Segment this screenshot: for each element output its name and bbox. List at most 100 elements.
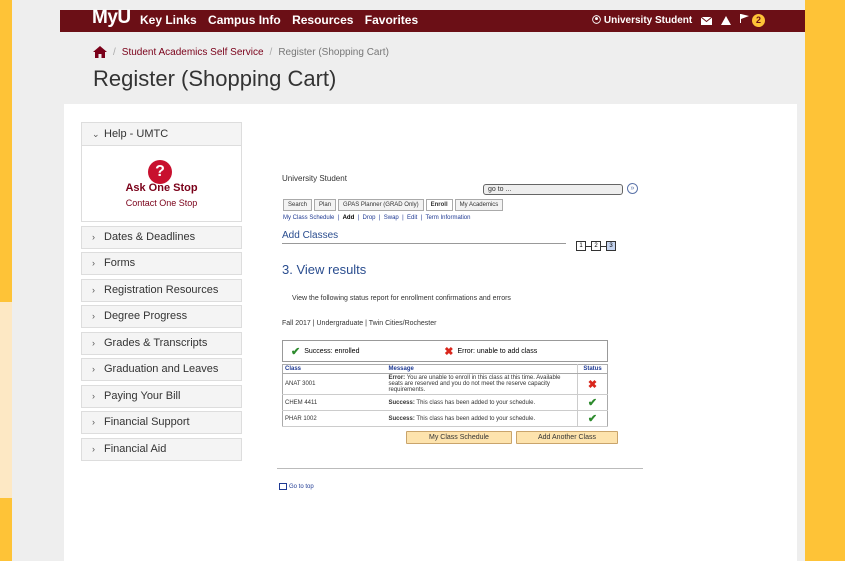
ask-one-stop-label: Ask One Stop	[125, 182, 198, 194]
top-navigation-bar: MyU Key Links Campus Info Resources Favo…	[60, 7, 805, 32]
check-icon: ✔	[291, 345, 301, 358]
section-title: Add Classes	[282, 230, 339, 241]
column-message: Message	[386, 364, 578, 374]
breadcrumb: / Student Academics Self Service / Regis…	[93, 46, 389, 58]
tab-my-academics[interactable]: My Academics	[454, 199, 504, 211]
message-cell: Success: This class has been added to yo…	[386, 410, 578, 427]
legend-error: Error: unable to add class	[457, 347, 538, 355]
results-description: View the following status report for enr…	[292, 295, 511, 302]
enroll-subnav: My Class Schedule | Add | Drop | Swap | …	[283, 215, 471, 221]
class-cell: PHAR 1002	[282, 410, 387, 427]
breadcrumb-student-academics[interactable]: Student Academics Self Service	[122, 47, 264, 58]
legend-success: Success: enrolled	[304, 347, 360, 355]
nav-favorites[interactable]: Favorites	[365, 13, 418, 27]
nav-campus-info[interactable]: Campus Info	[208, 13, 281, 27]
column-status: Status	[577, 364, 608, 374]
top-nav-links: Key Links Campus Info Resources Favorite…	[140, 13, 426, 27]
chevron-right-icon: ›	[92, 417, 95, 427]
subnav-term-information[interactable]: Term Information	[425, 215, 470, 221]
table-header-row: Class Message Status	[282, 364, 608, 374]
mail-icon[interactable]	[701, 16, 713, 25]
results-heading: 3. View results	[282, 262, 367, 277]
message-cell: Success: This class has been added to yo…	[386, 394, 578, 411]
home-icon[interactable]	[93, 46, 107, 58]
add-another-class-button[interactable]: Add Another Class	[516, 431, 618, 444]
table-row: PHAR 1002 Success: This class has been a…	[282, 410, 608, 427]
subnav-add[interactable]: Add	[343, 215, 355, 221]
user-name: University Student	[603, 15, 693, 26]
user-icon	[592, 15, 601, 24]
check-icon: ✔	[587, 397, 598, 409]
sidebar-item-graduation[interactable]: › Graduation and Leaves	[81, 358, 242, 381]
sidebar-item-financial-aid[interactable]: › Financial Aid	[81, 437, 242, 461]
sidebar-item-degree-progress[interactable]: › Degree Progress	[81, 305, 242, 328]
subnav-swap[interactable]: Swap	[384, 215, 399, 221]
status-cell: ✔	[577, 410, 608, 427]
sidebar: ⌄ Help - UMTC ? Ask One Stop Contact One …	[81, 122, 242, 461]
contact-one-stop-link[interactable]: Contact One Stop	[82, 198, 241, 208]
status-legend: ✔ Success: enrolled ✖ Error: unable to a…	[282, 340, 608, 362]
chevron-right-icon: ›	[92, 390, 95, 401]
tab-search[interactable]: Search	[283, 199, 313, 211]
question-icon: ?	[148, 160, 172, 184]
sidebar-help-header[interactable]: ⌄ Help - UMTC	[81, 122, 242, 146]
user-area: University Student 2	[592, 14, 765, 27]
message-cell: Error: You are unable to enroll in this …	[386, 373, 578, 395]
class-cell: CHEM 4411	[282, 394, 387, 411]
table-row: CHEM 4411 Success: This class has been a…	[282, 394, 608, 411]
chevron-right-icon: ›	[92, 337, 95, 348]
chevron-right-icon: ›	[92, 364, 95, 374]
notifications[interactable]: 2	[740, 14, 765, 27]
flag-icon	[740, 14, 750, 23]
ask-one-stop-card[interactable]: ? Ask One Stop Contact One Stop	[81, 146, 242, 222]
goto-select[interactable]: go to ...	[483, 184, 623, 195]
class-cell: ANAT 3001	[282, 373, 387, 395]
tab-enroll[interactable]: Enroll	[425, 199, 453, 211]
status-cell: ✔	[577, 394, 608, 411]
goto-arrow-icon[interactable]: »	[627, 183, 638, 194]
step-indicator: 1 2 3	[576, 241, 616, 251]
tab-plan[interactable]: Plan	[314, 199, 337, 211]
chevron-right-icon: ›	[92, 311, 95, 321]
my-class-schedule-button[interactable]: My Class Schedule	[406, 431, 512, 444]
tab-gpas-planner[interactable]: GPAS Planner (GRAD Only)	[338, 199, 424, 211]
notification-badge: 2	[752, 14, 765, 27]
go-to-top-link[interactable]: Go to top	[279, 483, 314, 490]
tab-bar: Search Plan GPAS Planner (GRAD Only) Enr…	[283, 199, 504, 211]
chevron-right-icon: ›	[92, 443, 95, 454]
sidebar-item-registration-resources[interactable]: › Registration Resources	[81, 278, 242, 302]
right-accent-background	[805, 0, 845, 561]
alert-icon[interactable]	[721, 16, 732, 25]
chevron-right-icon: ›	[92, 231, 95, 242]
subnav-my-class-schedule[interactable]: My Class Schedule	[283, 215, 334, 221]
breadcrumb-current: Register (Shopping Cart)	[278, 46, 389, 58]
page-title: Register (Shopping Cart)	[93, 66, 337, 91]
subnav-edit[interactable]: Edit	[407, 215, 417, 221]
status-cell: ✖	[577, 373, 608, 395]
sidebar-item-forms[interactable]: › Forms	[81, 252, 242, 275]
chevron-right-icon: ›	[92, 284, 95, 295]
step-2: 2	[591, 241, 601, 251]
error-x-icon: ✖	[587, 378, 598, 391]
results-table: Class Message Status ANAT 3001 Error: Yo…	[282, 364, 608, 427]
user-name-label: University Student	[282, 174, 347, 183]
term-label: Fall 2017 | Undergraduate | Twin Cities/…	[282, 320, 437, 327]
section-divider	[282, 243, 566, 244]
user-menu[interactable]: University Student	[592, 15, 692, 26]
sidebar-item-paying-bill[interactable]: › Paying Your Bill	[81, 384, 242, 408]
column-class: Class	[282, 364, 387, 374]
go-to-top-icon	[279, 483, 287, 490]
check-icon: ✔	[587, 413, 598, 425]
myu-logo[interactable]: MyU	[92, 7, 131, 29]
step-3: 3	[606, 241, 616, 251]
sidebar-item-dates[interactable]: › Dates & Deadlines	[81, 225, 242, 249]
bottom-divider	[277, 468, 643, 469]
sidebar-item-grades[interactable]: › Grades & Transcripts	[81, 331, 242, 355]
chevron-right-icon: ›	[92, 258, 95, 268]
table-row: ANAT 3001 Error: You are unable to enrol…	[282, 373, 608, 395]
nav-resources[interactable]: Resources	[292, 13, 353, 27]
nav-key-links[interactable]: Key Links	[140, 13, 197, 27]
error-x-icon: ✖	[444, 345, 454, 358]
subnav-drop[interactable]: Drop	[363, 215, 376, 221]
sidebar-item-financial-support[interactable]: › Financial Support	[81, 411, 242, 434]
